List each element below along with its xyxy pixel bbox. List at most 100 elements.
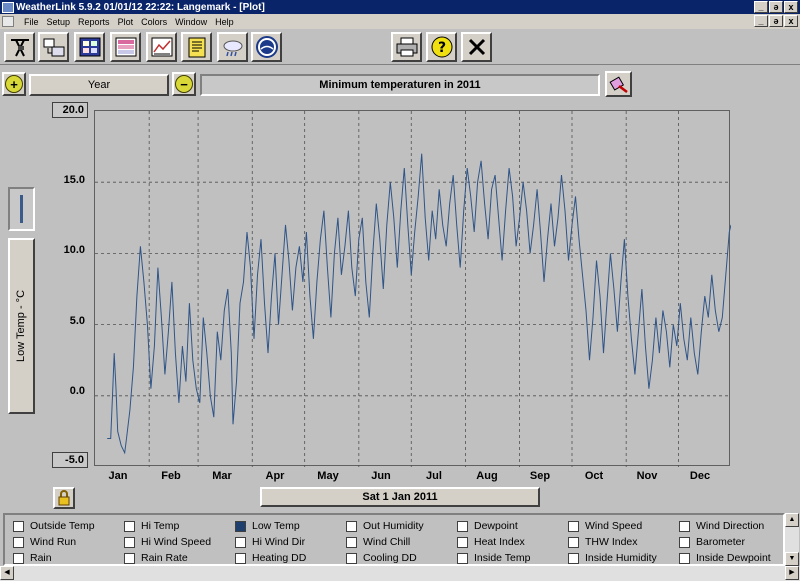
legend-item[interactable]: Wind Run <box>13 535 76 549</box>
low-temp-series-line <box>107 153 731 455</box>
legend-item[interactable]: Hi Wind Speed <box>124 535 211 549</box>
app-icon <box>2 1 14 13</box>
print-icon[interactable] <box>391 32 422 62</box>
legend-checkbox[interactable] <box>679 552 690 564</box>
legend-checkbox[interactable] <box>235 552 246 564</box>
legend-checkbox[interactable] <box>568 536 579 548</box>
plot-options-button[interactable] <box>605 71 632 97</box>
legend-item[interactable]: Inside Dewpoint <box>679 551 771 565</box>
current-date-button[interactable]: Sat 1 Jan 2011 <box>260 487 540 507</box>
menu-plot[interactable]: Plot <box>114 17 138 27</box>
minimize-icon[interactable]: _ <box>754 1 768 13</box>
legend-item[interactable]: Wind Direction <box>679 519 764 533</box>
noaa-icon[interactable] <box>251 32 282 62</box>
legend-checkbox[interactable] <box>124 520 135 532</box>
x-tick-label: Aug <box>476 470 498 482</box>
legend-checkbox[interactable] <box>13 536 24 548</box>
plot-area[interactable] <box>94 110 731 467</box>
weather-station-icon[interactable] <box>4 32 35 62</box>
legend-checkbox[interactable] <box>457 536 468 548</box>
zoom-in-button[interactable]: + <box>2 72 26 96</box>
notes-icon[interactable] <box>181 32 212 62</box>
legend-checkbox[interactable] <box>124 552 135 564</box>
window-title: WeatherLink 5.9.2 01/01/12 22:22: Langem… <box>16 1 265 13</box>
bulletin-icon[interactable] <box>74 32 105 62</box>
legend-checkbox[interactable] <box>568 552 579 564</box>
series-color-indicator[interactable] <box>8 187 35 231</box>
help-icon[interactable]: ? <box>426 32 457 62</box>
scroll-right-icon[interactable]: ▶ <box>785 566 799 580</box>
legend-item[interactable]: Rain <box>13 551 52 565</box>
legend-item[interactable]: Wind Chill <box>346 535 410 549</box>
menu-setup[interactable]: Setup <box>43 17 75 27</box>
legend-checkbox[interactable] <box>13 520 24 532</box>
legend-item[interactable]: Dewpoint <box>457 519 518 533</box>
legend-item[interactable]: Outside Temp <box>13 519 95 533</box>
legend-item[interactable]: Heat Index <box>457 535 525 549</box>
close-icon[interactable] <box>461 32 492 62</box>
legend-vertical-scrollbar[interactable]: ▲ ▼ <box>785 513 799 566</box>
close-window-icon[interactable]: x <box>784 1 798 13</box>
legend-item[interactable]: Hi Wind Dir <box>235 535 305 549</box>
legend-checkbox[interactable] <box>679 536 690 548</box>
legend-label: Heating DD <box>252 552 307 564</box>
legend-item[interactable]: Barometer <box>679 535 745 549</box>
legend-label: Hi Wind Speed <box>141 536 212 548</box>
document-menu-icon[interactable] <box>2 16 14 27</box>
doc-minimize-icon[interactable]: _ <box>754 15 768 27</box>
plot-icon[interactable] <box>146 32 177 62</box>
legend-item[interactable]: Cooling DD <box>346 551 417 565</box>
plot-title-field: Minimum temperaturen in 2011 <box>200 74 600 96</box>
menu-file[interactable]: File <box>20 17 43 27</box>
y-axis-label-panel[interactable]: Low Temp - °C <box>8 238 35 414</box>
legend-checkbox[interactable] <box>568 520 579 532</box>
y-tick-label: 10.0 <box>63 244 85 256</box>
weather-cloud-icon[interactable] <box>217 32 248 62</box>
x-tick-label: Jan <box>108 470 128 482</box>
legend-checkbox[interactable] <box>457 520 468 532</box>
legend-item[interactable]: Rain Rate <box>124 551 188 565</box>
summary-icon[interactable] <box>110 32 141 62</box>
scroll-up-icon[interactable]: ▲ <box>785 513 799 527</box>
legend-checkbox[interactable] <box>124 536 135 548</box>
lock-scale-button[interactable] <box>53 487 75 509</box>
menu-reports[interactable]: Reports <box>74 17 114 27</box>
legend-checkbox[interactable] <box>235 536 246 548</box>
legend-checkbox[interactable] <box>457 552 468 564</box>
legend-checkbox[interactable] <box>13 552 24 564</box>
scroll-left-icon[interactable]: ◀ <box>0 566 14 580</box>
window-controls: _ ə x <box>754 1 798 13</box>
legend-item[interactable]: Hi Temp <box>124 519 179 533</box>
zoom-out-button[interactable]: − <box>172 72 196 96</box>
menu-window[interactable]: Window <box>171 17 211 27</box>
restore-icon[interactable]: ə <box>769 1 783 13</box>
period-selector[interactable]: Year <box>29 74 169 96</box>
scroll-down-icon[interactable]: ▼ <box>785 552 799 566</box>
series-legend: Outside Temp Hi Temp Low Temp Out Humidity D… <box>3 513 785 566</box>
legend-label: Barometer <box>696 536 746 548</box>
legend-item[interactable]: THW Index <box>568 535 638 549</box>
legend-checkbox[interactable] <box>346 536 357 548</box>
legend-item[interactable]: Inside Humidity <box>568 551 657 565</box>
legend-item[interactable]: Low Temp <box>235 519 300 533</box>
legend-label: Hi Temp <box>141 520 180 532</box>
y-axis-label: Low Temp - °C <box>15 289 28 363</box>
legend-checkbox[interactable] <box>235 520 246 532</box>
legend-checkbox[interactable] <box>679 520 690 532</box>
menu-help[interactable]: Help <box>211 17 238 27</box>
legend-item[interactable]: Wind Speed <box>568 519 642 533</box>
legend-checkbox[interactable] <box>346 520 357 532</box>
legend-item[interactable]: Heating DD <box>235 551 306 565</box>
x-tick-label: May <box>317 470 339 482</box>
doc-close-icon[interactable]: x <box>784 15 798 27</box>
legend-label: Wind Speed <box>585 520 643 532</box>
horizontal-scrollbar[interactable]: ◀ ▶ <box>0 566 800 581</box>
legend-checkbox[interactable] <box>346 552 357 564</box>
legend-item[interactable]: Inside Temp <box>457 551 530 565</box>
data-download-icon[interactable] <box>38 32 69 62</box>
low-temp-plot <box>95 111 731 467</box>
current-date: Sat 1 Jan 2011 <box>362 491 438 503</box>
doc-restore-icon[interactable]: ə <box>769 15 783 27</box>
legend-item[interactable]: Out Humidity <box>346 519 424 533</box>
menu-colors[interactable]: Colors <box>137 17 171 27</box>
